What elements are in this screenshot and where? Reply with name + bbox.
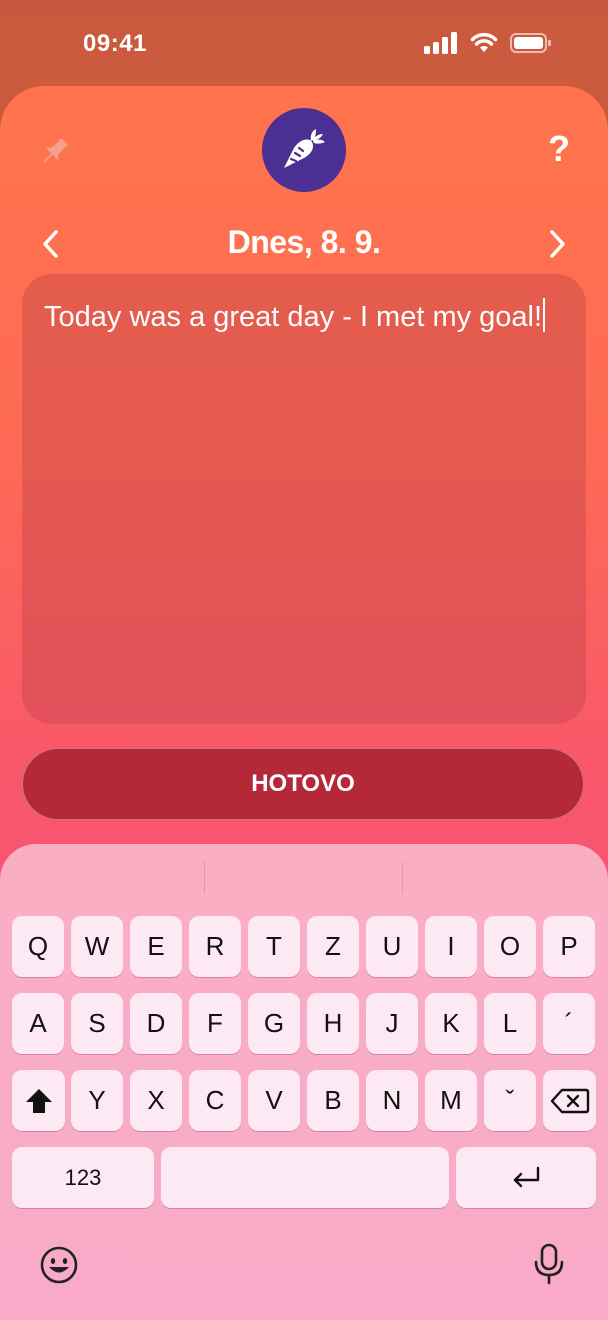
space-key[interactable] (161, 1147, 449, 1208)
key-j[interactable]: J (366, 993, 418, 1054)
text-caret (543, 298, 546, 332)
chevron-right-icon (550, 230, 565, 258)
key-p[interactable]: P (543, 916, 595, 977)
key-k[interactable]: K (425, 993, 477, 1054)
key-f[interactable]: F (189, 993, 241, 1054)
emoji-button[interactable] (38, 1244, 80, 1291)
key-x[interactable]: X (130, 1070, 182, 1131)
done-button[interactable]: HOTOVO (22, 748, 584, 820)
carrot-icon (284, 129, 325, 168)
date-navigation: Dnes, 8. 9. (0, 222, 608, 266)
key-d[interactable]: D (130, 993, 182, 1054)
key-z[interactable]: Z (307, 916, 359, 977)
key-v[interactable]: V (248, 1070, 300, 1131)
key-caron[interactable]: ˇ (484, 1070, 536, 1131)
suggestion-divider (402, 862, 403, 894)
emoji-icon (40, 1246, 78, 1284)
key-e[interactable]: E (130, 916, 182, 977)
backspace-icon (550, 1088, 589, 1113)
key-o[interactable]: O (484, 916, 536, 977)
key-acute-accent[interactable]: ´ (543, 993, 595, 1054)
cellular-signal-icon (424, 32, 457, 54)
microphone-icon (534, 1243, 564, 1285)
shift-icon (25, 1088, 52, 1113)
note-text-wrapper: Today was a great day - I met my goal! (44, 298, 546, 334)
battery-icon (510, 33, 551, 53)
key-i[interactable]: I (425, 916, 477, 977)
status-icons (424, 32, 552, 54)
key-g[interactable]: G (248, 993, 300, 1054)
next-day-button[interactable] (542, 226, 572, 262)
key-c[interactable]: C (189, 1070, 241, 1131)
status-bar: 09:41 (0, 0, 608, 86)
app-logo[interactable] (262, 108, 346, 192)
key-s[interactable]: S (71, 993, 123, 1054)
key-m[interactable]: M (425, 1070, 477, 1131)
wifi-icon (470, 32, 498, 52)
dictation-button[interactable] (532, 1242, 566, 1291)
backspace-key[interactable] (543, 1070, 596, 1131)
suggestion-divider (204, 862, 205, 894)
return-icon (513, 1166, 540, 1187)
key-y[interactable]: Y (71, 1070, 123, 1131)
key-a[interactable]: A (12, 993, 64, 1054)
pin-button[interactable] (36, 134, 72, 170)
note-text-area[interactable]: Today was a great day - I met my goal! (22, 274, 586, 724)
keyboard: Q W E R T Z U I O P A S D F G H J K L ´ … (0, 844, 608, 1320)
numbers-key[interactable]: 123 (12, 1147, 154, 1208)
pin-icon (43, 138, 68, 163)
key-w[interactable]: W (71, 916, 123, 977)
key-u[interactable]: U (366, 916, 418, 977)
key-q[interactable]: Q (12, 916, 64, 977)
key-l[interactable]: L (484, 993, 536, 1054)
key-h[interactable]: H (307, 993, 359, 1054)
shift-key[interactable] (12, 1070, 65, 1131)
note-text: Today was a great day - I met my goal! (44, 301, 543, 333)
date-title: Dnes, 8. 9. (227, 224, 381, 260)
help-button[interactable]: ? (548, 128, 570, 170)
key-r[interactable]: R (189, 916, 241, 977)
status-time: 09:41 (83, 30, 147, 57)
key-b[interactable]: B (307, 1070, 359, 1131)
key-n[interactable]: N (366, 1070, 418, 1131)
return-key[interactable] (456, 1147, 596, 1208)
key-t[interactable]: T (248, 916, 300, 977)
